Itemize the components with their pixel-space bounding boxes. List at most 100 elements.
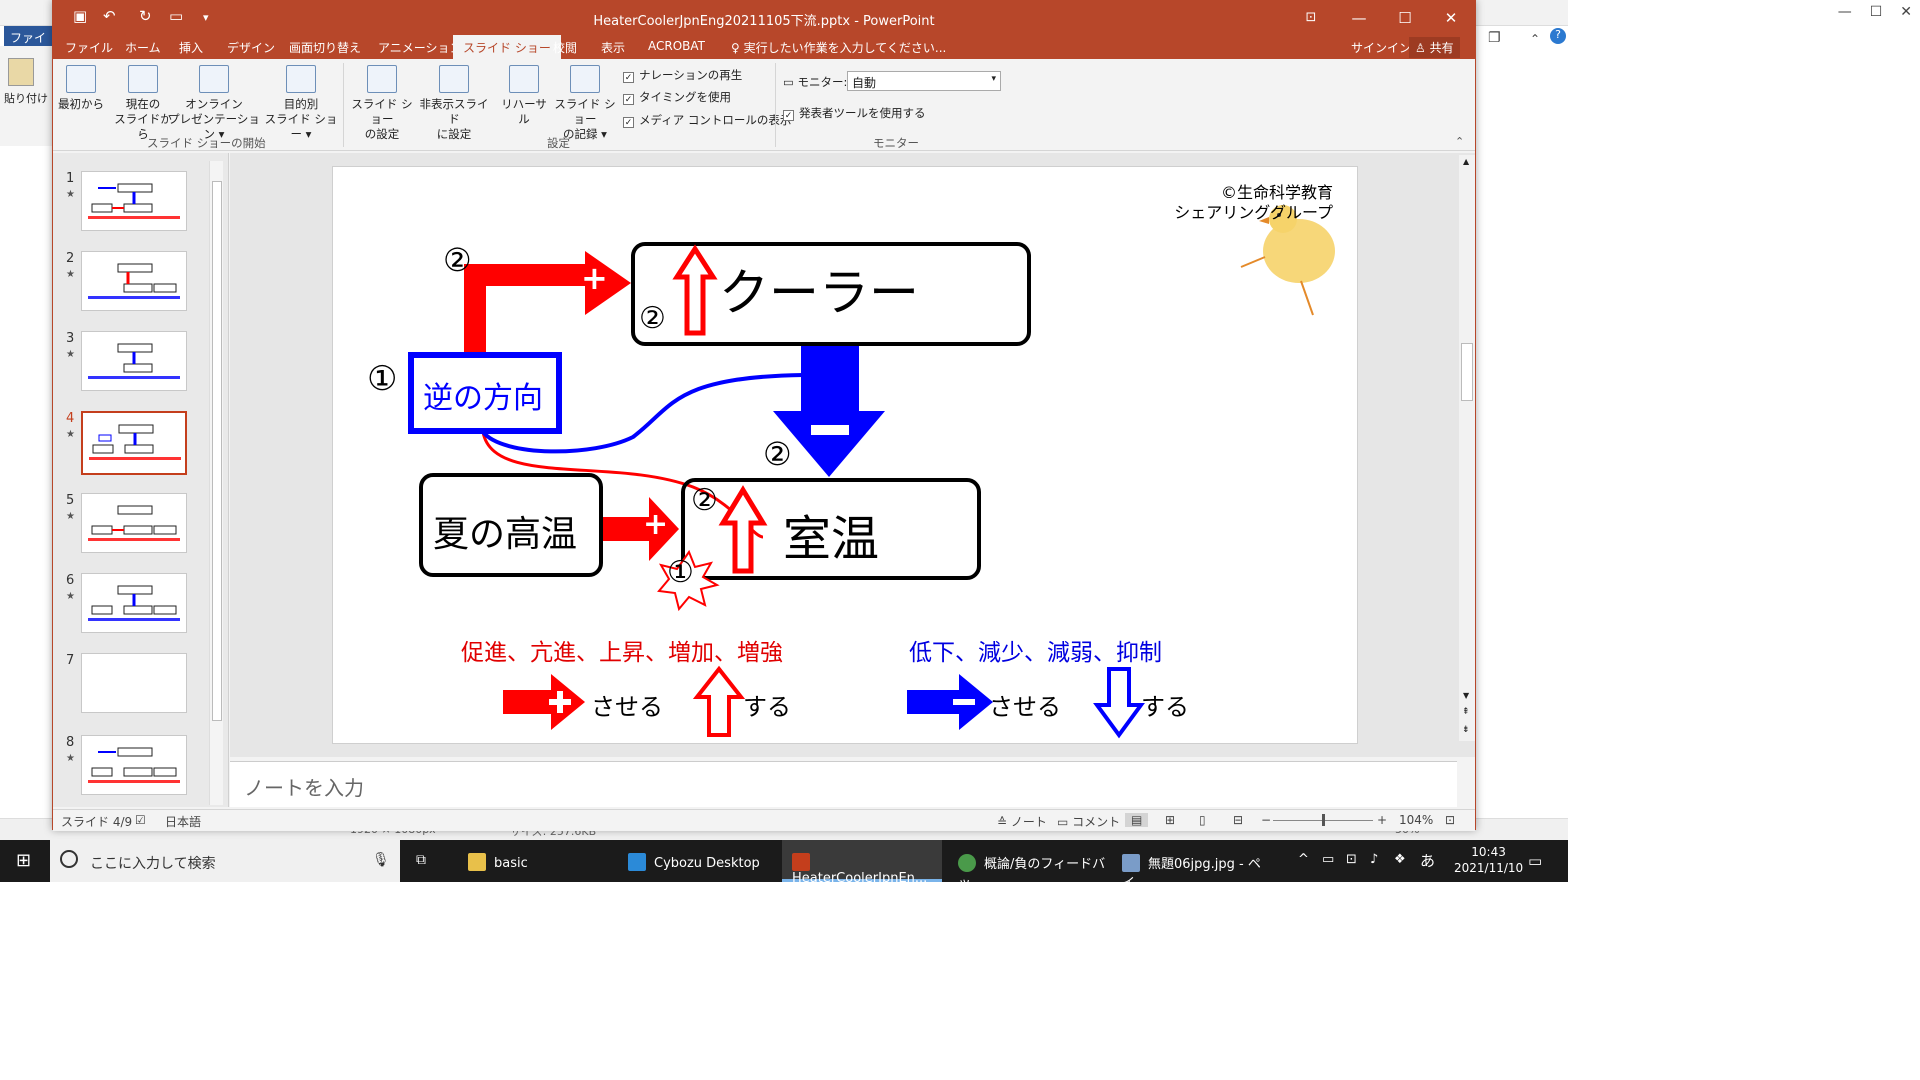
slide-thumbnail[interactable] [81,331,187,391]
collapse-icon[interactable]: ⌃ [1530,32,1540,46]
notification-icon[interactable]: ▭ [1528,852,1542,870]
tab-acrobat[interactable]: ACROBAT [648,39,705,53]
comments-toggle[interactable]: ▭ コメント [1057,813,1120,830]
taskbar-app-cybozu[interactable]: Cybozu Desktop [620,840,770,882]
chevron-down-icon: ▾ [991,74,996,84]
tell-me-text: 実行したい作業を入力してください... [743,41,947,55]
taskbar-app-paint[interactable]: 無題06jpg.jpg - ペイ... [1112,840,1272,891]
tab-view[interactable]: 表示 [601,39,625,56]
slide-thumbnail[interactable] [81,251,187,311]
slide-scroll-thumb[interactable] [1461,343,1473,401]
slide-thumbnail[interactable] [81,735,187,795]
slide-thumbnail[interactable] [81,171,187,231]
presenter-view-checkbox[interactable]: ✓ 発表者ツールを使用する [783,105,926,121]
thumbnail-scrollbar[interactable] [209,161,223,805]
tab-file[interactable]: ファイル [65,39,113,56]
taskbar-app-basic[interactable]: basic [458,840,608,882]
narration-checkbox[interactable]: ✓ ナレーションの再生 [623,67,742,83]
custom-label-1: 目的別 [283,97,319,111]
taskbar-clock[interactable]: 10:43 2021/11/10 [1454,844,1523,876]
tray-overflow-icon[interactable]: ^ [1298,852,1309,867]
minus-sign-icon [811,425,849,435]
task-view-icon[interactable]: ⧉ [416,852,426,868]
notes-pane[interactable]: ノートを入力 [230,761,1457,807]
slide-thumbnail[interactable] [81,493,187,553]
online-presentation-button[interactable]: オンライン プレゼンテーション ▾ [167,65,261,142]
maximize-icon[interactable]: ☐ [1385,5,1425,31]
bg-minimize-icon[interactable]: — [1838,4,1852,20]
scroll-down-icon[interactable]: ▼ [1463,691,1469,700]
close-icon[interactable]: ✕ [1431,5,1471,31]
setup-slideshow-button[interactable]: スライド ショー の設定 [347,65,417,142]
taskbar-app-chrome[interactable]: 概論/負のフィードバッ... [948,840,1108,891]
network-icon[interactable]: ⊡ [1346,852,1357,867]
thumbnail-scroll-thumb[interactable] [212,181,222,721]
normal-view-icon[interactable]: ▤ [1125,813,1149,827]
presenter-label: 発表者ツールを使用する [799,106,926,120]
notes-toggle[interactable]: ≙ ノート [997,813,1047,830]
windows-start-icon[interactable]: ⊞ [16,850,31,871]
hide-slide-button[interactable]: 非表示スライド に設定 [417,65,491,142]
record-slideshow-button[interactable]: スライド ショー の記録 ▾ [551,65,619,142]
language-indicator[interactable]: 日本語 [165,813,201,830]
animation-star-icon: ★ [66,269,75,280]
tab-design[interactable]: デザイン [227,39,275,56]
battery-icon[interactable]: ▭ [1322,852,1334,867]
volume-icon[interactable]: ♪ [1370,852,1378,867]
share-button[interactable]: ♙ 共有 [1409,37,1460,58]
tab-review[interactable]: 校閲 [553,39,577,56]
background-paste-button[interactable]: 貼り付け [4,58,48,106]
search-placeholder: ここに入力して検索 [90,856,216,872]
blue-down-arrow-shaft [801,345,859,411]
media-controls-checkbox[interactable]: ✓ メディア コントロールの表示 [623,112,791,128]
tell-me-box[interactable]: ♀ 実行したい作業を入力してください... [731,39,946,56]
help-icon[interactable]: ? [1550,28,1566,44]
dropbox-icon[interactable]: ❖ [1394,852,1406,867]
timing-checkbox[interactable]: ✓ タイミングを使用 [623,89,731,105]
bg-maximize-icon[interactable]: ☐ [1870,4,1883,20]
custom-slideshow-button[interactable]: 目的別 スライド ショー ▾ [261,65,341,142]
fit-slide-icon[interactable]: ⊡ [1445,813,1455,827]
thumb-number: 1 [66,171,75,186]
scroll-up-icon[interactable]: ▲ [1463,157,1469,166]
taskbar-search[interactable]: ここに入力して検索 🎙 [50,840,400,882]
timing-label: タイミングを使用 [639,90,731,104]
previous-slide-icon[interactable]: ⇞ [1462,707,1470,717]
slide-thumbnail[interactable] [81,653,187,713]
tab-animations[interactable]: アニメーション [378,39,462,56]
from-beginning-button[interactable]: 最初から [57,65,105,112]
microphone-icon[interactable]: 🎙 [372,852,390,868]
ime-indicator[interactable]: あ [1420,850,1435,871]
current-slide[interactable]: ©生命科学教育 シェアリンググループ クーラー 室温 夏の高温 逆の方向 ② ②… [332,166,1358,744]
ribbon-display-icon[interactable]: ⊡ [1291,5,1331,31]
bg-close-icon[interactable]: ✕ [1900,4,1912,20]
next-slide-icon[interactable]: ⇟ [1462,725,1470,735]
background-file-tab[interactable]: ファイル [4,26,52,62]
rehearse-button[interactable]: リハーサル [499,65,549,127]
spellcheck-icon[interactable]: ☑ [135,813,146,827]
restore-icon[interactable]: ❐ [1488,30,1501,46]
legend-red-arrow [503,690,555,714]
minimize-icon[interactable]: — [1339,5,1379,31]
monitor-select[interactable]: 自動 ▾ [847,71,1001,91]
notes-placeholder[interactable]: ノートを入力 [244,772,364,801]
cooler-label: クーラー [719,264,919,322]
taskbar-app-powerpoint[interactable]: HeaterCoolerJpnEn... [782,840,942,886]
zoom-out-icon[interactable]: − [1261,813,1271,827]
tab-home[interactable]: ホーム [125,39,161,56]
slide-thumbnail-selected[interactable] [81,411,187,475]
tab-slideshow[interactable]: スライド ショー [453,35,561,59]
zoom-slider-knob[interactable] [1322,814,1325,826]
reading-view-icon[interactable]: ▯ [1199,813,1206,827]
collapse-ribbon-icon[interactable]: ⌃ [1455,135,1464,148]
sign-in-link[interactable]: サインイン [1351,39,1411,56]
slide-vertical-scrollbar[interactable]: ▲ ▼ ⇞ ⇟ [1459,155,1475,741]
tab-insert[interactable]: 挿入 [179,39,203,56]
slide-thumbnail[interactable] [81,573,187,633]
slideshow-view-icon[interactable]: ⊟ [1233,813,1243,827]
slide-sorter-icon[interactable]: ⊞ [1165,813,1175,827]
zoom-level[interactable]: 104% [1399,813,1433,827]
tab-transitions[interactable]: 画面切り替え [289,39,361,56]
zoom-in-icon[interactable]: + [1377,813,1387,827]
thumb-number: 2 [66,251,75,266]
